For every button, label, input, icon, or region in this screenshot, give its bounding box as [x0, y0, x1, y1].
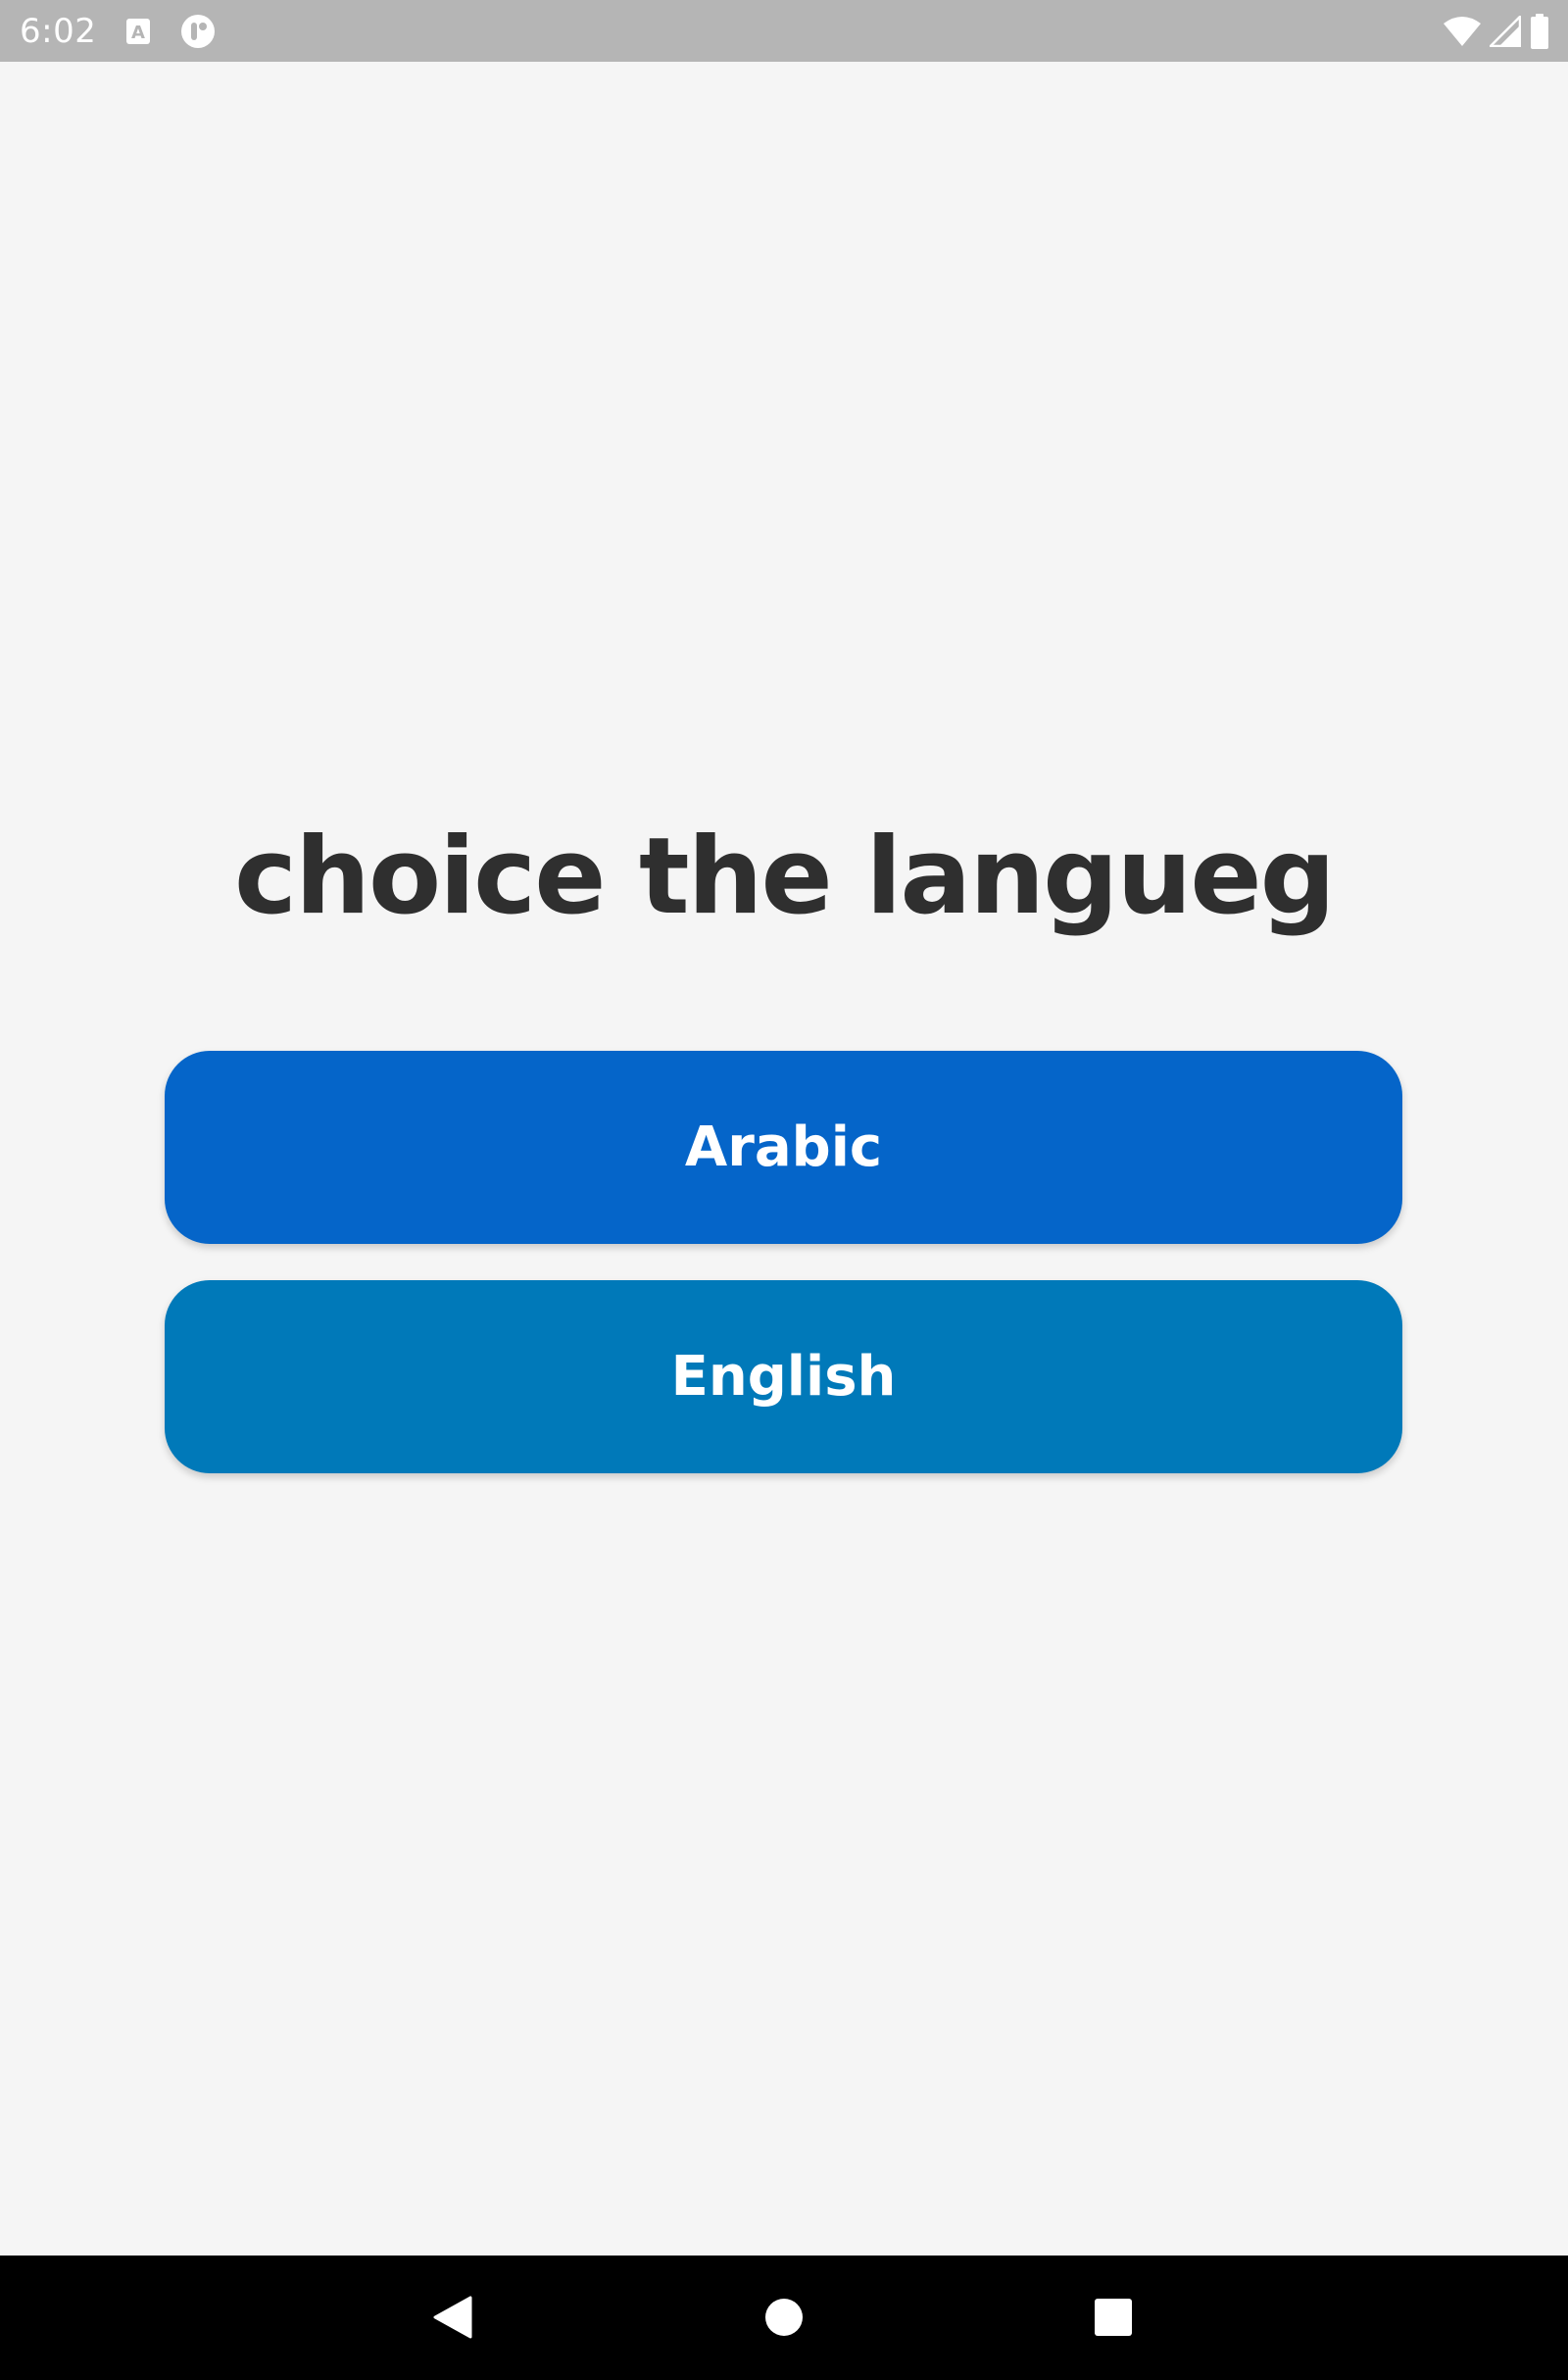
svg-text:A: A: [131, 23, 145, 43]
nav-back-button[interactable]: [414, 2278, 492, 2356]
app-notification-icon: [180, 14, 216, 49]
recent-apps-icon: [1095, 2299, 1132, 2336]
status-right-icons: [1443, 13, 1550, 50]
status-bar: 6:02 A: [0, 0, 1568, 62]
status-left-icons: A: [125, 14, 216, 49]
page-title: choice the langueg: [234, 816, 1336, 938]
english-button-label: English: [670, 1345, 897, 1409]
cell-signal-icon: [1490, 16, 1521, 47]
battery-icon: [1529, 13, 1550, 50]
nav-recent-apps-button[interactable]: [1074, 2278, 1152, 2356]
text-a-icon: A: [125, 18, 151, 45]
back-icon: [433, 2296, 472, 2339]
nav-home-button[interactable]: [745, 2278, 823, 2356]
status-time: 6:02: [20, 12, 97, 51]
navigation-bar: [0, 2256, 1568, 2380]
arabic-button-label: Arabic: [684, 1116, 883, 1179]
english-language-button[interactable]: English: [165, 1280, 1402, 1473]
home-icon: [765, 2299, 803, 2336]
wifi-icon: [1443, 16, 1482, 47]
arabic-language-button[interactable]: Arabic: [165, 1051, 1402, 1244]
